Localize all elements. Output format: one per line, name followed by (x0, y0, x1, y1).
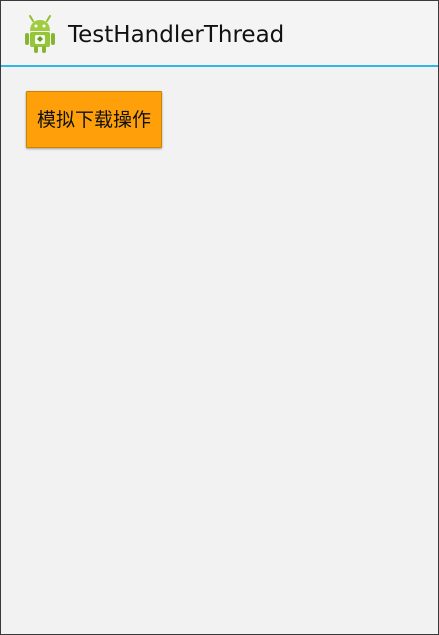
android-icon (25, 15, 55, 53)
main-content: 模拟下载操作 (1, 67, 438, 634)
action-bar: TestHandlerThread (1, 1, 438, 65)
app-title: TestHandlerThread (68, 22, 285, 48)
simulate-download-button[interactable]: 模拟下载操作 (26, 91, 162, 148)
app-screen: TestHandlerThread 模拟下载操作 (0, 0, 439, 635)
